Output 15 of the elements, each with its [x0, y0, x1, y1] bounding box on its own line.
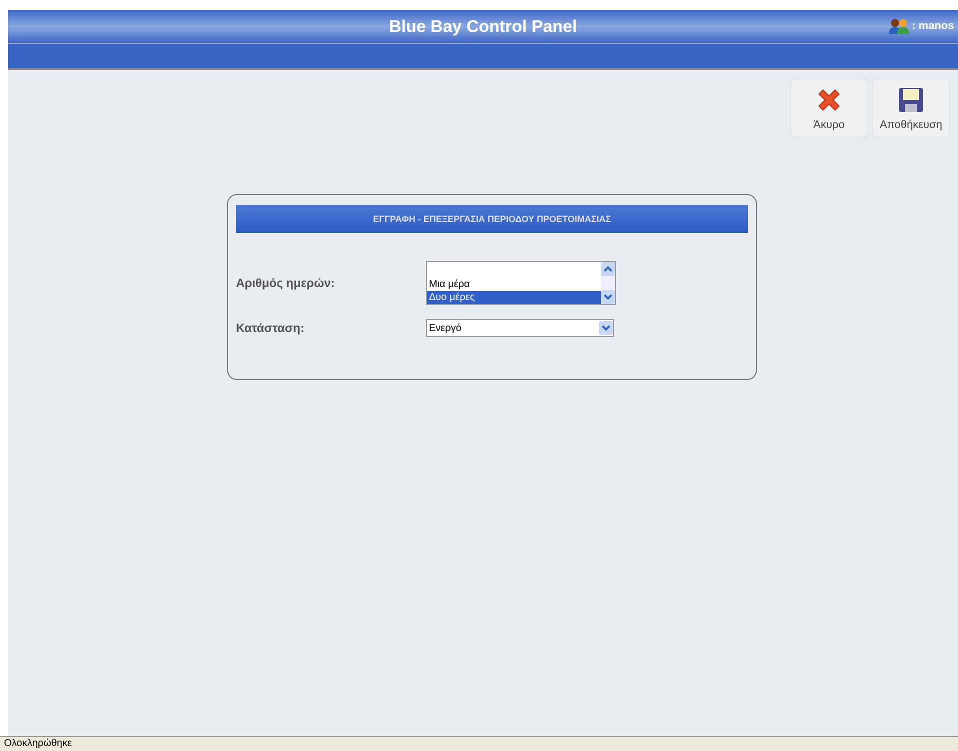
- list-option[interactable]: Δυο μέρες: [427, 291, 601, 304]
- field-label: Κατάσταση:: [236, 321, 306, 335]
- save-button[interactable]: Αποθήκευση: [872, 78, 950, 138]
- scroll-up-icon[interactable]: [601, 262, 615, 276]
- cancel-button[interactable]: Άκυρο: [790, 78, 868, 138]
- app-title: Blue Bay Control Panel: [389, 16, 577, 36]
- status-text: Ολοκληρώθηκε: [4, 738, 72, 749]
- field-label: Αριθμός ημερών:: [236, 276, 336, 290]
- user-name: : manos: [912, 20, 954, 32]
- form-title: ΕΓΓΡΑΦΗ - ΕΠΕΞΕΡΓΑΣΙΑ ΠΕΡΙΟΔΟΥ ΠΡΟΕΤΟΙΜΑΣΙΑΣ: [236, 205, 748, 233]
- list-option[interactable]: Μια μέρα: [427, 278, 601, 291]
- scroll-down-icon[interactable]: [601, 290, 615, 304]
- status-dropdown[interactable]: Ενεργό: [426, 319, 614, 337]
- days-listbox[interactable]: Μια μέρα Δυο μέρες: [426, 261, 616, 305]
- users-icon: [888, 18, 910, 34]
